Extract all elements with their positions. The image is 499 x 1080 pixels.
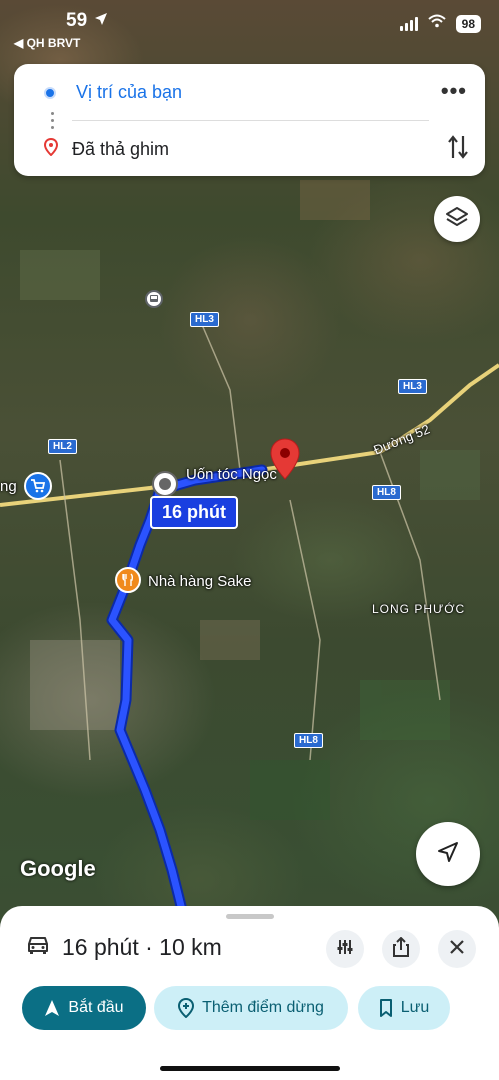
- navigation-arrow-icon: [436, 840, 460, 869]
- wifi-icon: [427, 14, 446, 33]
- dropped-pin-icon[interactable]: [270, 438, 300, 485]
- current-location-icon: [44, 86, 56, 99]
- start-navigation-button[interactable]: Bắt đầu: [22, 986, 146, 1030]
- shopping-cart-icon[interactable]: [24, 472, 52, 500]
- road-sign-hl2: HL2: [48, 439, 77, 454]
- road-sign-hl3: HL3: [190, 312, 219, 327]
- route-bottom-sheet: 16 phút · 10 km Bắt đầu Thêm điểm dừng L…: [0, 906, 499, 1080]
- store-label[interactable]: ng: [0, 478, 17, 495]
- salon-label[interactable]: Uốn tóc Ngọc: [186, 466, 277, 483]
- road-sign-hl8: HL8: [372, 485, 401, 500]
- status-time: 59: [66, 10, 88, 31]
- directions-card: Vị trí của bạn ••• Đã thả ghim: [14, 64, 485, 176]
- save-button[interactable]: Lưu: [358, 986, 450, 1030]
- area-label: LONG PHƯỚC: [372, 602, 466, 616]
- battery-indicator: 98: [455, 14, 481, 33]
- route-options-button[interactable]: [326, 930, 364, 968]
- restaurant-icon[interactable]: [115, 567, 141, 593]
- my-location-button[interactable]: [416, 822, 480, 886]
- route-summary-text: 16 phút · 10 km: [62, 934, 222, 960]
- start-label: Bắt đầu: [68, 999, 124, 1016]
- destination-row[interactable]: Đã thả ghim: [43, 137, 169, 161]
- add-location-icon: [178, 998, 195, 1018]
- road-sign-hl3-east: HL3: [398, 379, 427, 394]
- sheet-drag-handle[interactable]: [226, 914, 274, 919]
- pin-outline-icon: [43, 137, 59, 161]
- navigation-icon: [44, 999, 60, 1017]
- add-stop-button[interactable]: Thêm điểm dừng: [154, 986, 348, 1030]
- home-indicator[interactable]: [160, 1066, 340, 1071]
- location-arrow-icon: [94, 12, 108, 31]
- more-options-icon[interactable]: •••: [441, 78, 467, 104]
- close-button[interactable]: [438, 930, 476, 968]
- close-icon: [449, 939, 465, 960]
- back-to-app[interactable]: ◀ QH BRVT: [14, 36, 80, 50]
- route-summary: 16 phút · 10 km: [26, 934, 222, 961]
- share-button[interactable]: [382, 930, 420, 968]
- swap-icon[interactable]: [447, 134, 469, 165]
- divider: [72, 120, 429, 121]
- restaurant-label[interactable]: Nhà hàng Sake: [148, 573, 251, 590]
- route-time-badge[interactable]: 16 phút: [150, 496, 239, 529]
- save-label: Lưu: [400, 999, 430, 1016]
- road-sign-hl8-south: HL8: [294, 733, 323, 748]
- route-connector: [51, 112, 54, 133]
- layers-button[interactable]: [434, 196, 480, 242]
- bookmark-icon: [379, 999, 393, 1017]
- bus-stop-icon[interactable]: [145, 290, 163, 308]
- cellular-signal-icon: [399, 16, 418, 31]
- status-bar: 59 ◀ QH BRVT 98: [0, 0, 499, 60]
- destination-field[interactable]: Đã thả ghim: [72, 139, 169, 160]
- car-icon: [26, 934, 50, 961]
- add-stop-label: Thêm điểm dừng: [202, 999, 324, 1016]
- origin-field[interactable]: Vị trí của bạn: [76, 82, 182, 103]
- google-logo: Google: [20, 856, 96, 881]
- sliders-icon: [336, 938, 354, 961]
- layers-icon: [445, 205, 469, 234]
- origin-row[interactable]: Vị trí của bạn: [44, 82, 182, 103]
- share-icon: [392, 936, 410, 962]
